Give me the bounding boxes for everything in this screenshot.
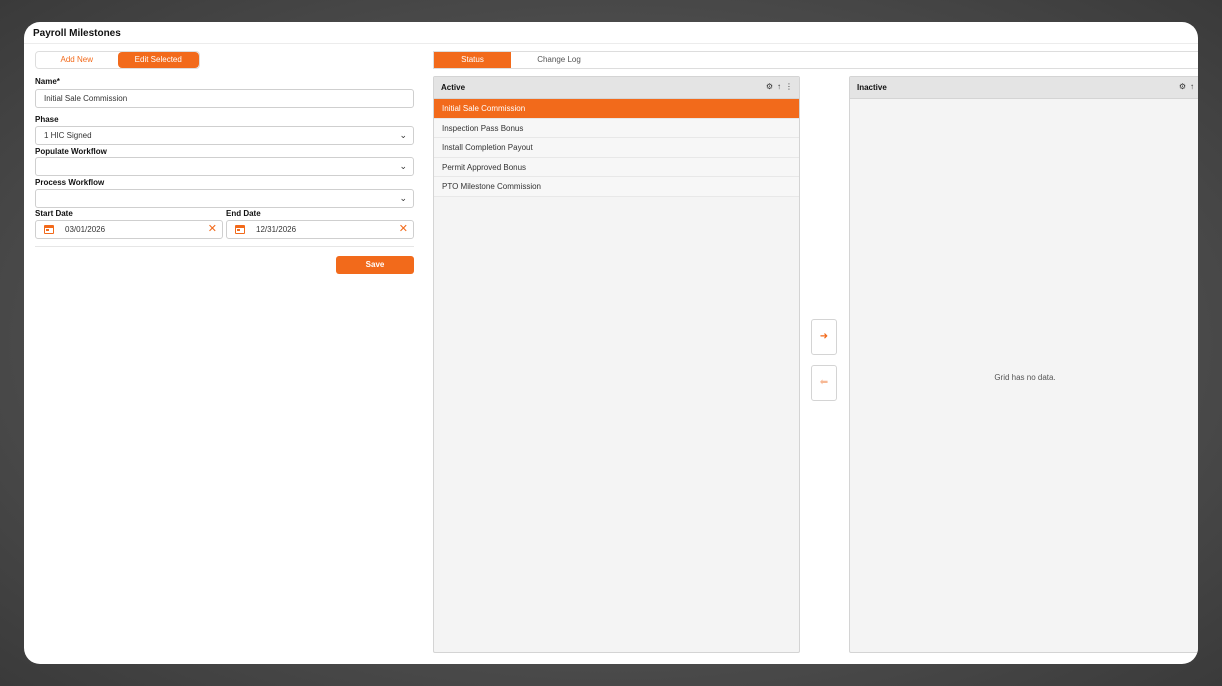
inactive-grid-tools: ⚙ ↑ [1175, 82, 1194, 91]
chevron-down-icon: ⌄ [399, 161, 407, 171]
arrow-up-icon[interactable]: ↑ [1190, 82, 1194, 91]
add-new-button[interactable]: Add New [36, 52, 118, 68]
arrow-up-icon[interactable]: ↑ [777, 82, 781, 91]
start-date-value: 03/01/2026 [65, 225, 106, 234]
chevron-down-icon: ⌄ [399, 130, 407, 140]
active-grid-tools: ⚙ ↑ ⋮ [762, 82, 793, 91]
edit-form: Add New Edit Selected [35, 51, 414, 69]
calendar-icon[interactable] [44, 225, 54, 234]
list-item[interactable]: Permit Approved Bonus [434, 157, 799, 177]
title-bar: Payroll Milestones [24, 22, 1198, 44]
inactive-grid-header: Inactive ⚙ ↑ [850, 77, 1198, 99]
page-title: Payroll Milestones [33, 28, 121, 39]
populate-workflow-select[interactable]: ⌄ [35, 157, 414, 176]
close-icon[interactable]: ✕ [399, 221, 408, 238]
phase-select-value: 1 HIC Signed [44, 131, 92, 140]
gear-icon[interactable]: ⚙ [766, 82, 773, 91]
form-divider [35, 246, 414, 247]
active-grid-title: Active [441, 83, 466, 92]
process-workflow-select[interactable]: ⌄ [35, 189, 414, 208]
end-date-input[interactable]: 12/31/2026 ✕ [226, 220, 414, 239]
name-label: Name* [35, 77, 60, 86]
arrow-right-icon: ➜ [819, 331, 829, 342]
tab-status[interactable]: Status [434, 52, 511, 68]
kebab-icon[interactable]: ⋮ [785, 82, 793, 91]
chevron-down-icon: ⌄ [399, 193, 407, 203]
list-item[interactable]: Inspection Pass Bonus [434, 118, 799, 138]
gear-icon[interactable]: ⚙ [1179, 82, 1186, 91]
start-date-label: Start Date [35, 209, 73, 218]
end-date-label: End Date [226, 209, 261, 218]
arrow-left-icon: ⬅ [819, 377, 829, 388]
mode-toggle: Add New Edit Selected [35, 51, 200, 69]
save-button[interactable]: Save [336, 256, 414, 274]
process-workflow-label: Process Workflow [35, 178, 105, 187]
edit-selected-button[interactable]: Edit Selected [117, 52, 199, 68]
name-input-value: Initial Sale Commission [44, 94, 128, 103]
tab-bar: Status Change Log [433, 51, 1198, 69]
calendar-icon[interactable] [235, 225, 245, 234]
populate-workflow-label: Populate Workflow [35, 147, 107, 156]
list-item[interactable]: PTO Milestone Commission [434, 177, 799, 197]
empty-grid-message: Grid has no data. [994, 373, 1056, 382]
name-input[interactable]: Initial Sale Commission [35, 89, 414, 108]
active-grid-header: Active ⚙ ↑ ⋮ [434, 77, 799, 99]
phase-select[interactable]: 1 HIC Signed ⌄ [35, 126, 414, 145]
close-icon[interactable]: ✕ [208, 221, 217, 238]
active-grid: Active ⚙ ↑ ⋮ Initial Sale Commission Inspe… [433, 76, 800, 653]
move-to-active-button[interactable]: ⬅ [811, 365, 837, 401]
app-window: Payroll Milestones Add New Edit Selected… [24, 22, 1198, 664]
inactive-grid: Inactive ⚙ ↑ Grid has no data. [849, 76, 1198, 653]
list-item[interactable]: Initial Sale Commission [434, 99, 799, 119]
tab-change-log[interactable]: Change Log [511, 52, 607, 68]
start-date-input[interactable]: 03/01/2026 ✕ [35, 220, 223, 239]
screen-frame: Payroll Milestones Add New Edit Selected… [0, 0, 1222, 686]
inactive-grid-title: Inactive [857, 83, 887, 92]
list-item[interactable]: Install Completion Payout [434, 138, 799, 158]
end-date-value: 12/31/2026 [256, 225, 297, 234]
phase-label: Phase [35, 115, 59, 124]
move-to-inactive-button[interactable]: ➜ [811, 319, 837, 355]
